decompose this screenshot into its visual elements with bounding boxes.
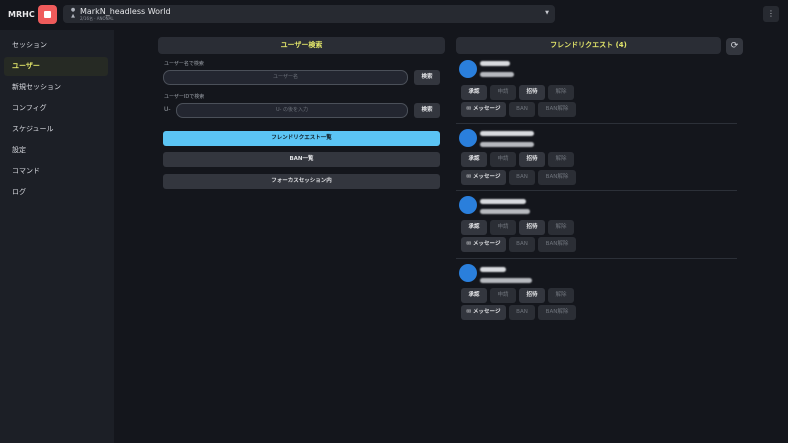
userid-search-input[interactable]: U- の後を入力: [176, 103, 408, 118]
deny-button[interactable]: 申請: [490, 152, 516, 167]
deny-button[interactable]: 申請: [490, 288, 516, 303]
world-name: MarkN_headless World: [80, 7, 171, 16]
invite-button[interactable]: 招待: [519, 85, 545, 100]
redacted-userid: [480, 72, 514, 77]
redacted-userid: [480, 209, 530, 214]
focused-session-button[interactable]: フォーカスセッション内: [163, 174, 440, 189]
refresh-button[interactable]: ⟳: [726, 38, 743, 55]
ban-button[interactable]: BAN: [509, 170, 535, 185]
brand-logo-text: MRHC: [8, 10, 35, 19]
avatar: [459, 264, 477, 282]
user-search-header: ユーザー検索: [158, 37, 445, 54]
unban-button[interactable]: BAN解除: [538, 102, 576, 117]
ban-button[interactable]: BAN: [509, 102, 535, 117]
unfriend-button[interactable]: 解除: [548, 85, 574, 100]
refresh-icon: ⟳: [730, 41, 739, 51]
redacted-userid: [480, 278, 532, 283]
divider: [456, 123, 737, 124]
message-button[interactable]: ✉ メッセージ: [461, 170, 506, 185]
username-search-input[interactable]: ユーザー名: [163, 70, 408, 85]
redacted-username: [480, 131, 534, 136]
invite-button[interactable]: 招待: [519, 220, 545, 235]
divider: [456, 258, 737, 259]
sidebar-item-settings[interactable]: 設定: [4, 141, 108, 160]
world-selector[interactable]: ● ▲ MarkN_headless World 2/16名 · ANONAL ▼: [63, 5, 555, 23]
unfriend-button[interactable]: 解除: [548, 288, 574, 303]
sidebar-item-users[interactable]: ユーザー: [4, 57, 108, 76]
unfriend-button[interactable]: 解除: [548, 152, 574, 167]
unban-button[interactable]: BAN解除: [538, 237, 576, 252]
redacted-userid: [480, 142, 534, 147]
divider: [456, 190, 737, 191]
id-prefix: U-: [164, 106, 171, 113]
person-icon: ● ▲: [70, 7, 76, 19]
unban-button[interactable]: BAN解除: [538, 170, 576, 185]
username-search-button[interactable]: 検索: [414, 70, 440, 85]
kebab-menu-icon: ⋮: [767, 9, 775, 18]
friend-requests-header: フレンドリクエスト (4): [456, 37, 721, 54]
message-button[interactable]: ✉ メッセージ: [461, 102, 506, 117]
accept-button[interactable]: 承認: [461, 220, 487, 235]
world-subtitle: 2/16名 · ANONAL: [80, 16, 114, 21]
chevron-down-icon: ▼: [545, 10, 549, 16]
invite-button[interactable]: 招待: [519, 288, 545, 303]
stop-button[interactable]: [38, 5, 57, 24]
id-search-label: ユーザーIDで検索: [164, 94, 205, 100]
more-menu-button[interactable]: ⋮: [763, 6, 779, 22]
deny-button[interactable]: 申請: [490, 85, 516, 100]
sidebar-item-new-session[interactable]: 新規セッション: [4, 78, 108, 97]
invite-button[interactable]: 招待: [519, 152, 545, 167]
ban-list-button[interactable]: BAN一覧: [163, 152, 440, 167]
sidebar-item-schedule[interactable]: スケジュール: [4, 120, 108, 139]
accept-button[interactable]: 承認: [461, 152, 487, 167]
sidebar-item-config[interactable]: コンフィグ: [4, 99, 108, 118]
ban-button[interactable]: BAN: [509, 237, 535, 252]
accept-button[interactable]: 承認: [461, 85, 487, 100]
redacted-username: [480, 199, 526, 204]
userid-search-button[interactable]: 検索: [414, 103, 440, 118]
sidebar-item-sessions[interactable]: セッション: [4, 36, 108, 55]
name-search-label: ユーザー名で検索: [164, 61, 204, 67]
top-bar: MRHC ● ▲ MarkN_headless World 2/16名 · ANO…: [0, 0, 788, 29]
stop-icon: [44, 11, 51, 18]
unfriend-button[interactable]: 解除: [548, 220, 574, 235]
ban-button[interactable]: BAN: [509, 305, 535, 320]
redacted-username: [480, 267, 506, 272]
message-button[interactable]: ✉ メッセージ: [461, 237, 506, 252]
avatar: [459, 129, 477, 147]
sidebar-item-commands[interactable]: コマンド: [4, 162, 108, 181]
sidebar-item-logs[interactable]: ログ: [4, 183, 108, 202]
friend-requests-button[interactable]: フレンドリクエスト一覧: [163, 131, 440, 146]
accept-button[interactable]: 承認: [461, 288, 487, 303]
redacted-username: [480, 61, 510, 66]
avatar: [459, 60, 477, 78]
unban-button[interactable]: BAN解除: [538, 305, 576, 320]
avatar: [459, 196, 477, 214]
sidebar: セッション ユーザー 新規セッション コンフィグ スケジュール 設定 コマンド …: [0, 30, 114, 443]
deny-button[interactable]: 申請: [490, 220, 516, 235]
message-button[interactable]: ✉ メッセージ: [461, 305, 506, 320]
